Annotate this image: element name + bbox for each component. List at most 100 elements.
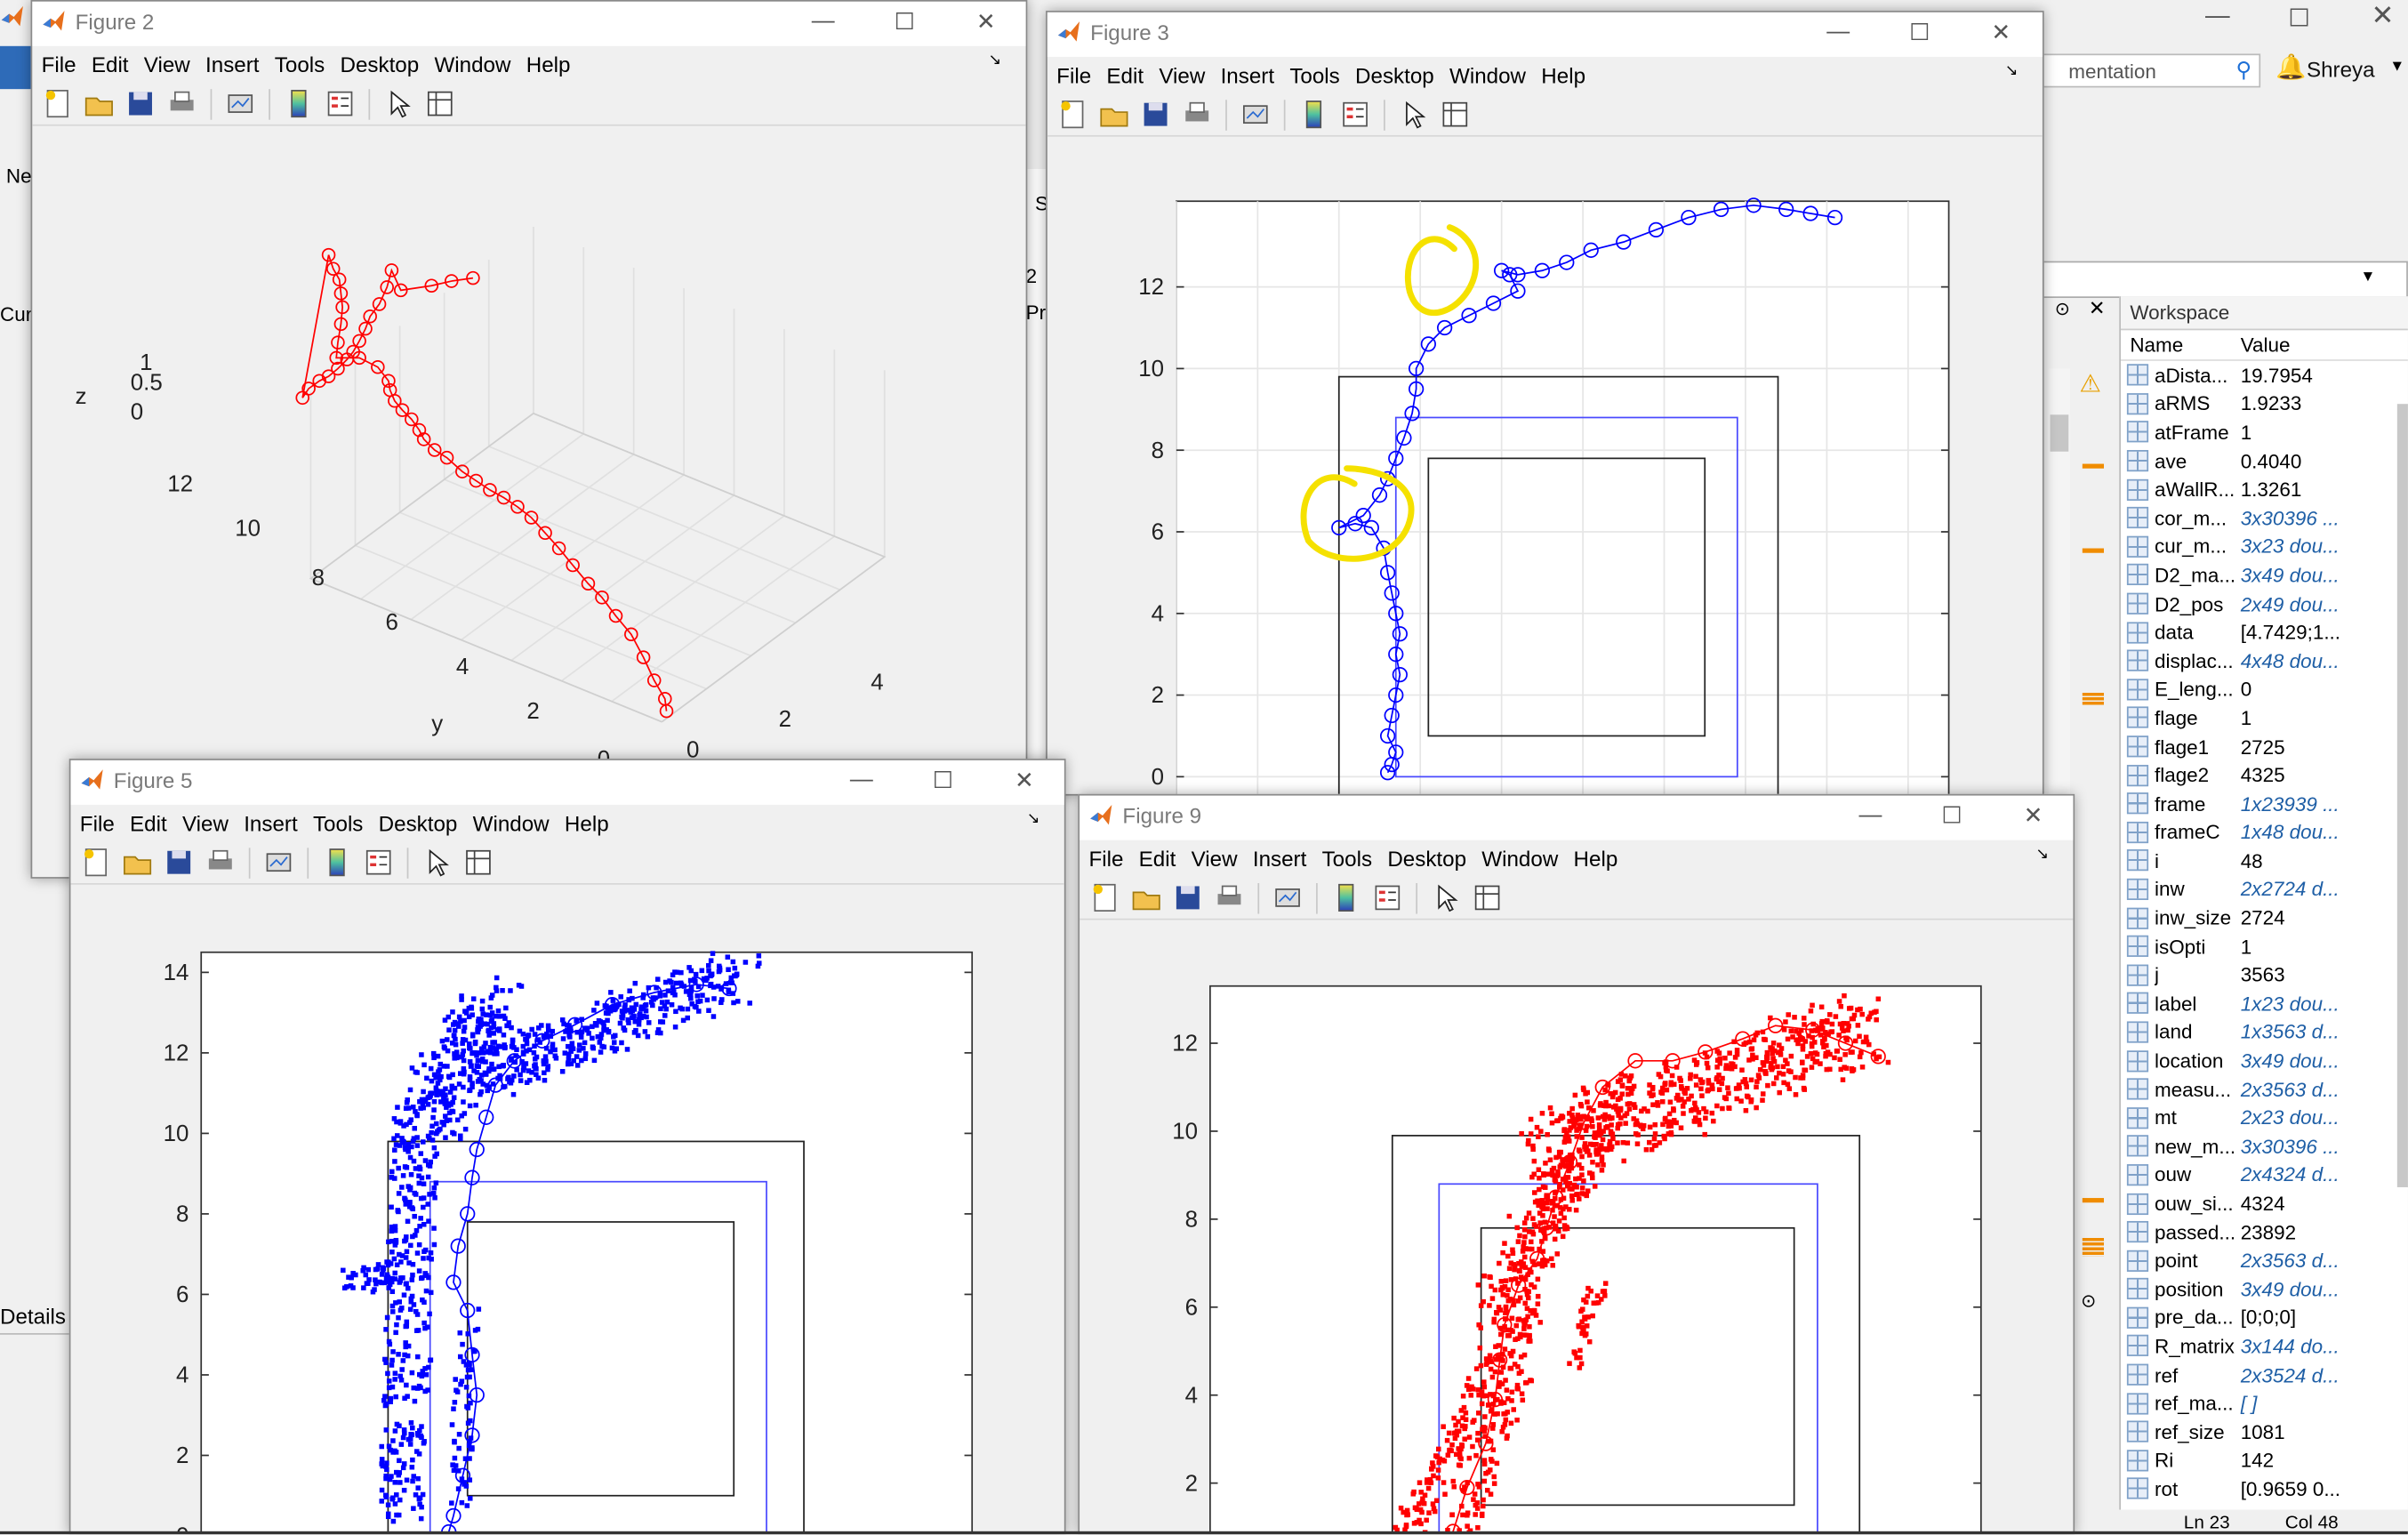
- panel-menu-icon[interactable]: ⊙: [2055, 298, 2070, 319]
- workspace-variable-row[interactable]: location 3x49 dou...: [2121, 1047, 2408, 1075]
- close-icon[interactable]: ✕: [963, 8, 1009, 35]
- menu-file[interactable]: File: [1056, 63, 1091, 88]
- workspace-variable-row[interactable]: mt 2x23 dou...: [2121, 1104, 2408, 1132]
- menu-help[interactable]: Help: [526, 52, 571, 77]
- colorbar-icon[interactable]: [1297, 99, 1329, 131]
- menu-desktop[interactable]: Desktop: [1355, 63, 1434, 88]
- save-icon[interactable]: [163, 847, 195, 879]
- legend-icon[interactable]: [324, 87, 356, 119]
- open-file-icon[interactable]: [1130, 881, 1162, 913]
- workspace-variable-row[interactable]: cur_m... 3x23 dou...: [2121, 533, 2408, 561]
- new-figure-icon[interactable]: [80, 847, 112, 879]
- menu-file[interactable]: File: [80, 811, 115, 836]
- legend-icon[interactable]: [1371, 881, 1403, 913]
- workspace-variable-row[interactable]: aDista... 19.7954: [2121, 361, 2408, 390]
- menu-tools[interactable]: Tools: [1289, 63, 1339, 88]
- legend-icon[interactable]: [363, 847, 395, 879]
- save-icon[interactable]: [124, 87, 157, 119]
- link-plot-icon[interactable]: [1272, 881, 1304, 913]
- menu-view[interactable]: View: [182, 811, 229, 836]
- menu-insert[interactable]: Insert: [244, 811, 297, 836]
- menu-edit[interactable]: Edit: [130, 811, 167, 836]
- minimize-icon[interactable]: —: [1848, 801, 1894, 827]
- menu-desktop[interactable]: Desktop: [379, 811, 458, 836]
- workspace-variable-row[interactable]: cor_m... 3x30396 ...: [2121, 503, 2408, 532]
- workspace-variable-row[interactable]: passed... 23892: [2121, 1218, 2408, 1246]
- menu-desktop[interactable]: Desktop: [1387, 847, 1466, 872]
- colorbar-icon[interactable]: [283, 87, 315, 119]
- column-header-value[interactable]: Value: [2241, 334, 2395, 357]
- workspace-variable-row[interactable]: ref_size 1081: [2121, 1418, 2408, 1446]
- link-plot-icon[interactable]: [1240, 99, 1272, 131]
- workspace-variable-row[interactable]: aWallR... 1.3261: [2121, 475, 2408, 503]
- menu-window[interactable]: Window: [1449, 63, 1526, 88]
- maximize-icon[interactable]: ☐: [1897, 19, 1943, 45]
- property-inspector-icon[interactable]: [1439, 99, 1471, 131]
- dock-icon[interactable]: ↘: [989, 52, 1001, 69]
- print-icon[interactable]: [1213, 881, 1245, 913]
- menu-insert[interactable]: Insert: [205, 52, 259, 77]
- workspace-variable-row[interactable]: point 2x3563 d...: [2121, 1246, 2408, 1274]
- menu-edit[interactable]: Edit: [92, 52, 129, 77]
- workspace-variable-row[interactable]: pre_da... [0;0;0]: [2121, 1304, 2408, 1332]
- menu-file[interactable]: File: [1088, 847, 1123, 872]
- print-icon[interactable]: [166, 87, 198, 119]
- menu-tools[interactable]: Tools: [1322, 847, 1372, 872]
- print-icon[interactable]: [205, 847, 237, 879]
- menu-view[interactable]: View: [144, 52, 190, 77]
- workspace-variable-row[interactable]: inw_size 2724: [2121, 904, 2408, 932]
- close-icon[interactable]: ✕: [2089, 296, 2106, 321]
- menu-window[interactable]: Window: [473, 811, 550, 836]
- menu-help[interactable]: Help: [1541, 63, 1585, 88]
- scrollbar[interactable]: [2396, 404, 2408, 1187]
- workspace-variable-row[interactable]: j 3563: [2121, 960, 2408, 989]
- menu-desktop[interactable]: Desktop: [341, 52, 420, 77]
- plot-axes[interactable]: 14121086420: [70, 886, 1065, 1534]
- path-dropdown[interactable]: ▼: [2042, 261, 2408, 299]
- chevron-down-icon[interactable]: ▼: [2360, 269, 2375, 285]
- new-figure-icon[interactable]: [1088, 881, 1120, 913]
- workspace-variable-row[interactable]: ref 2x3524 d...: [2121, 1361, 2408, 1389]
- close-icon[interactable]: ✕: [1978, 19, 2024, 45]
- menu-tools[interactable]: Tools: [275, 52, 325, 77]
- plot-axes[interactable]: 12 10 8 6 4 2: [1080, 921, 2075, 1534]
- menu-window[interactable]: Window: [434, 52, 510, 77]
- minimize-icon[interactable]: —: [839, 767, 885, 792]
- link-plot-icon[interactable]: [262, 847, 294, 879]
- close-icon[interactable]: ✕: [2371, 0, 2394, 32]
- menu-edit[interactable]: Edit: [1139, 847, 1176, 872]
- property-inspector-icon[interactable]: [424, 87, 456, 119]
- plot-axes[interactable]: 12 10 8 6 4 2 0: [1047, 138, 2044, 795]
- warning-icon[interactable]: ⚠: [2079, 368, 2101, 399]
- workspace-variable-row[interactable]: flage1 2725: [2121, 732, 2408, 760]
- menu-help[interactable]: Help: [1574, 847, 1618, 872]
- minimize-icon[interactable]: —: [800, 8, 847, 34]
- workspace-variable-row[interactable]: D2_ma... 3x49 dou...: [2121, 561, 2408, 590]
- edit-plot-arrow-icon[interactable]: [421, 847, 453, 879]
- edit-plot-arrow-icon[interactable]: [1398, 99, 1430, 131]
- minimize-icon[interactable]: —: [1815, 19, 1861, 44]
- dock-icon[interactable]: ↘: [2035, 847, 2048, 864]
- menu-edit[interactable]: Edit: [1106, 63, 1144, 88]
- workspace-variable-row[interactable]: new_m... 3x30396 ...: [2121, 1132, 2408, 1161]
- column-header-name[interactable]: Name: [2121, 334, 2241, 357]
- legend-icon[interactable]: [1339, 99, 1371, 131]
- colorbar-icon[interactable]: [321, 847, 353, 879]
- workspace-variable-row[interactable]: isOpti 1: [2121, 932, 2408, 960]
- chevron-down-icon[interactable]: ▼: [2389, 59, 2404, 76]
- open-file-icon[interactable]: [83, 87, 115, 119]
- workspace-variable-row[interactable]: rot [0.9659 0...: [2121, 1475, 2408, 1503]
- workspace-variable-row[interactable]: position 3x49 dou...: [2121, 1274, 2408, 1303]
- maximize-icon[interactable]: ☐: [2288, 3, 2310, 34]
- property-inspector-icon[interactable]: [1471, 881, 1503, 913]
- search-input[interactable]: mentation ⚲: [2042, 53, 2261, 88]
- workspace-variable-row[interactable]: R_matrix 3x144 do...: [2121, 1332, 2408, 1361]
- workspace-variable-row[interactable]: E_leng... 0: [2121, 675, 2408, 703]
- new-figure-icon[interactable]: [1056, 99, 1088, 131]
- workspace-variable-row[interactable]: land 1x3563 d...: [2121, 1017, 2408, 1046]
- menu-help[interactable]: Help: [565, 811, 609, 836]
- open-file-icon[interactable]: [1098, 99, 1130, 131]
- workspace-variable-row[interactable]: frameC 1x48 dou...: [2121, 818, 2408, 847]
- workspace-variable-row[interactable]: i 48: [2121, 847, 2408, 875]
- workspace-variable-row[interactable]: aRMS 1.9233: [2121, 390, 2408, 418]
